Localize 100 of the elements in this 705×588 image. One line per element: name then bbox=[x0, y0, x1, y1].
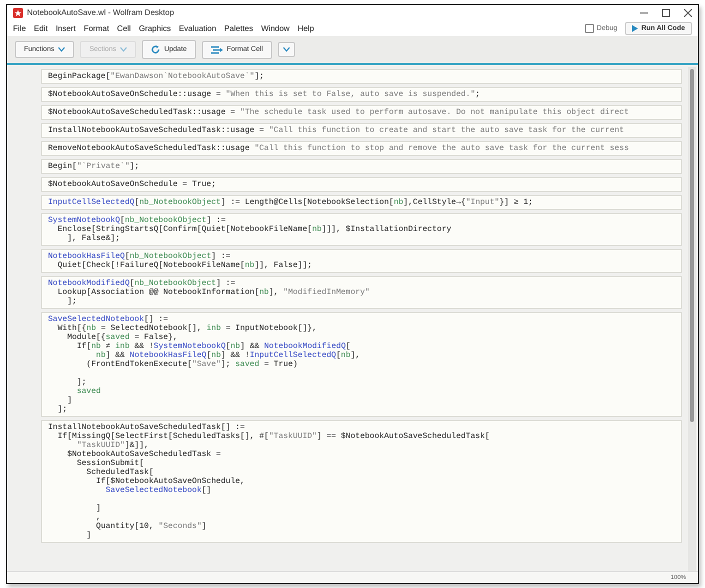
code-text: ] && bbox=[240, 342, 260, 351]
code-text: nb bbox=[230, 342, 240, 351]
code-text: , bbox=[96, 513, 101, 522]
code-text: = False}, bbox=[134, 333, 178, 342]
code-text: "Save" bbox=[192, 360, 221, 369]
code-text: [ bbox=[206, 351, 212, 360]
code-text: [] := bbox=[144, 315, 168, 324]
close-icon[interactable] bbox=[684, 8, 692, 16]
code-cell[interactable]: SystemNotebookQ[nb_NotebookObject] := Enclose[StringStartsQ[Confirm[Quiet[NotebookFileName[nb]]], $InstallationDirectory ], False&]; bbox=[41, 213, 682, 246]
code-cell[interactable]: InstallNotebookAutoSaveScheduledTask::usage = "Call this function to create and start the auto save task for the current bbox=[41, 123, 682, 138]
code-text: [ bbox=[134, 198, 140, 207]
menu-item[interactable]: Window bbox=[261, 24, 290, 32]
code-text: Lookup[Association @@ NotebookInformation[ bbox=[58, 288, 260, 297]
code-text: ] := bbox=[211, 252, 230, 261]
code-text: [ bbox=[346, 342, 351, 351]
code-text: ≠ bbox=[106, 342, 112, 351]
code-text: nb bbox=[86, 324, 96, 333]
code-cell[interactable] bbox=[41, 312, 682, 417]
code-cell[interactable]: NotebookModifiedQ[nb_NotebookObject] := Lookup[Association @@ NotebookInformation[nb], "ModifiedInMemory" ]; bbox=[41, 276, 682, 309]
play-icon bbox=[632, 24, 638, 32]
code-text: If[ bbox=[76, 342, 92, 351]
menu-item[interactable]: Cell bbox=[117, 24, 131, 32]
code-text: [ bbox=[124, 252, 130, 261]
code-text: nb_NotebookObject bbox=[130, 252, 212, 261]
code-cell[interactable]: $NotebookAutoSaveOnSchedule = True; bbox=[41, 177, 682, 192]
code-text: nb bbox=[244, 261, 254, 270]
code-text: NotebookHasFileQ bbox=[48, 252, 125, 261]
code-text: = InputNotebook[]}, bbox=[226, 324, 317, 333]
code-text: RemoveNotebookAutoSaveScheduledTask::usage bbox=[48, 144, 251, 153]
code-text: [ bbox=[120, 216, 125, 225]
code-text: ]], False]]; bbox=[254, 261, 312, 270]
code-text: NotebookModifiedQ bbox=[48, 279, 130, 288]
code-cell[interactable]: BeginPackage["EwanDawson`NotebookAutoSave`"]; bbox=[41, 69, 682, 84]
more-button[interactable] bbox=[278, 42, 295, 57]
maximize-icon[interactable] bbox=[662, 8, 670, 16]
code-text: "The schedule task used to perform autosave. Do not manipulate this object direct bbox=[240, 108, 629, 117]
code-cell[interactable]: Begin["`Private`"]; bbox=[41, 159, 682, 174]
code-text: NotebookModifiedQ bbox=[264, 342, 346, 351]
code-text: nb bbox=[340, 351, 351, 360]
menu-item[interactable]: Evaluation bbox=[178, 24, 216, 32]
code-text: nb_NotebookObject bbox=[139, 198, 221, 207]
code-cell[interactable]: RemoveNotebookAutoSaveScheduledTask::usage "Call this function to stop and remove the auto save task for the current sess bbox=[41, 141, 682, 156]
code-text: [ bbox=[336, 351, 341, 360]
code-text: Quantity[10, bbox=[96, 522, 155, 531]
code-text: nb bbox=[259, 288, 269, 297]
code-text: "Seconds" bbox=[158, 522, 202, 531]
code-text: NotebookHasFileQ bbox=[130, 351, 206, 360]
code-text: "EwanDawson`NotebookAutoSave`" bbox=[110, 72, 254, 81]
window-title: NotebookAutoSave.wl - Wolfram Desktop bbox=[27, 8, 174, 17]
code-text: = SelectedNotebook[], bbox=[100, 324, 203, 333]
code-text: }] ≥ 1; bbox=[499, 198, 533, 207]
menu-item[interactable]: File bbox=[13, 24, 26, 32]
code-text: $NotebookAutoSaveScheduledTask = bbox=[67, 450, 221, 459]
code-text: InputCellSelectedQ bbox=[48, 198, 134, 207]
code-text: SaveSelectedNotebook bbox=[48, 315, 144, 324]
code-cell[interactable]: InputCellSelectedQ[nb_NotebookObject] := Length@Cells[NotebookSelection[nb],CellStyle→{"Input"}] ≥ 1; bbox=[41, 195, 682, 210]
menu-item[interactable]: Palettes bbox=[224, 24, 254, 32]
code-text: With[{ bbox=[58, 324, 86, 333]
code-text: ]; bbox=[58, 405, 68, 414]
code-text: ], False&]; bbox=[67, 234, 120, 243]
code-text: "ModifiedInMemory" bbox=[283, 288, 370, 297]
menu-item[interactable]: Insert bbox=[56, 24, 76, 32]
code-text: "`Private`" bbox=[76, 162, 130, 171]
menu-item[interactable]: Graphics bbox=[138, 24, 171, 32]
menu-item[interactable]: Edit bbox=[34, 24, 48, 32]
code-cell[interactable]: $NotebookAutoSaveOnSchedule::usage = "When this is set to False, auto save is suspended."; bbox=[41, 87, 682, 102]
code-text: [] bbox=[202, 486, 212, 495]
code-text: SessionSubmit[ bbox=[76, 459, 144, 468]
code-text: "When this is set to False, auto save is suspended." bbox=[226, 90, 476, 99]
code-text: ; bbox=[475, 90, 480, 99]
code-text: ScheduledTask[ bbox=[86, 468, 154, 477]
code-text: Begin[ bbox=[48, 162, 77, 171]
code-text: ], bbox=[350, 351, 360, 360]
code-text: saved bbox=[235, 360, 260, 369]
chevron-down-icon bbox=[58, 47, 66, 52]
code-text: && ! bbox=[134, 342, 154, 351]
scrollbar[interactable] bbox=[688, 67, 696, 571]
code-cell[interactable]: NotebookHasFileQ[nb_NotebookObject] := Quiet[Check[!FailureQ[NotebookFileName[nb]], False]]; bbox=[41, 249, 682, 273]
code-cell[interactable]: $NotebookAutoSaveScheduledTask::usage = "The schedule task used to perform autosave. Do not manipulate this object direct bbox=[41, 105, 682, 120]
menu-item[interactable]: Help bbox=[298, 24, 314, 32]
chevron-down-icon bbox=[282, 47, 290, 52]
lines-arrow-icon bbox=[210, 46, 223, 54]
menu-item[interactable]: Format bbox=[84, 24, 110, 32]
code-text: $NotebookAutoSaveScheduledTask::usage = bbox=[48, 108, 236, 117]
code-text: ] bbox=[202, 522, 206, 531]
code-text: ], bbox=[268, 288, 280, 297]
code-text: "Call this function to create and start the auto save task for the current bbox=[268, 126, 624, 135]
code-text: ]; bbox=[254, 72, 264, 81]
code-text: Quiet[Check[!FailureQ[NotebookFileName[ bbox=[58, 261, 245, 270]
code-text: ] := bbox=[206, 216, 226, 225]
code-text: ] && bbox=[106, 351, 126, 360]
code-text: ] bbox=[96, 504, 101, 513]
code-text: nb bbox=[394, 198, 404, 207]
chevron-down-icon bbox=[120, 47, 128, 52]
code-text: InstallNotebookAutoSaveScheduledTask::usage = bbox=[48, 126, 266, 135]
code-cell[interactable] bbox=[41, 420, 682, 543]
code-text: nb_NotebookObject bbox=[124, 216, 206, 225]
code-text: Enclose[StringStartsQ[Confirm[Quiet[NotebookFileName[ bbox=[58, 225, 312, 234]
code-text: InstallNotebookAutoSaveScheduledTask[] := bbox=[48, 423, 245, 432]
code-text: inb bbox=[206, 324, 221, 333]
